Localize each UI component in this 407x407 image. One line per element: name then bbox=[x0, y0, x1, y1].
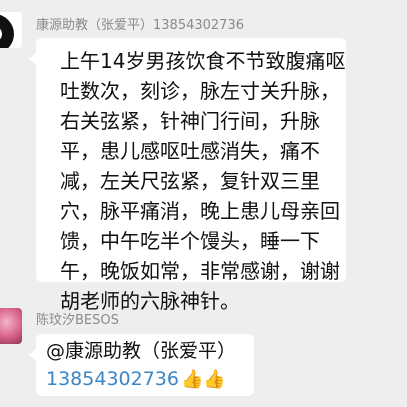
phone-link[interactable]: 13854302736 bbox=[46, 368, 179, 390]
avatar-logo-icon bbox=[0, 14, 14, 48]
sender-name: 陈玟汐BESOS bbox=[36, 313, 119, 328]
message-bubble[interactable]: 上午14岁男孩饮食不节致腹痛呕吐数次，刻诊，脉左寸关升脉，右关弦紧，针神门行间，… bbox=[29, 38, 346, 313]
mention-text[interactable]: @康源助教（张爱平） bbox=[46, 338, 236, 364]
message-line: 13854302736 👍👍 bbox=[46, 366, 226, 393]
message-bubble[interactable]: @康源助教（张爱平） 13854302736 👍👍 bbox=[29, 334, 254, 396]
message-text: 上午14岁男孩饮食不节致腹痛呕吐数次，刻诊，脉左寸关升脉，右关弦紧，针神门行间，… bbox=[60, 49, 346, 313]
avatar[interactable] bbox=[0, 12, 22, 48]
sender-name: 康源助教（张爱平）13854302736 bbox=[36, 18, 244, 33]
avatar[interactable] bbox=[0, 308, 22, 344]
thumbs-up-icon: 👍👍 bbox=[180, 369, 226, 390]
